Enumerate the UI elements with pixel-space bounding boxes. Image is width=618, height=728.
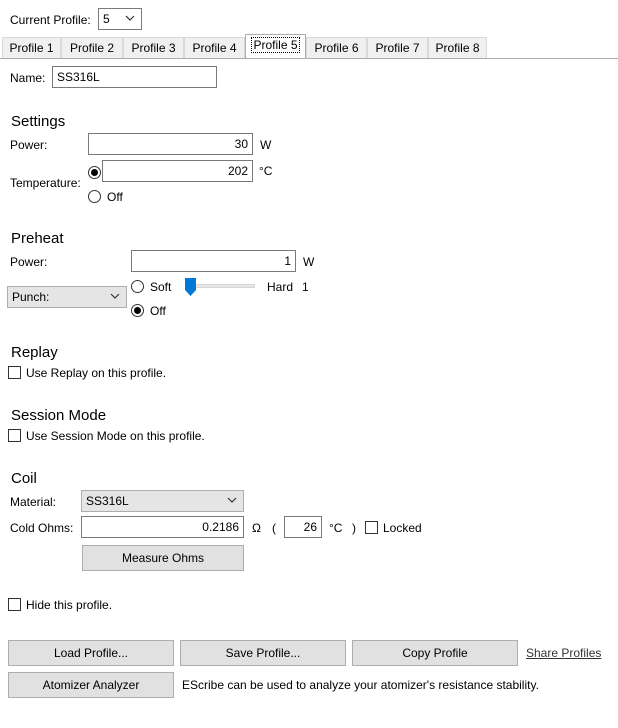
- analyzer-description: EScribe can be used to analyze your atom…: [182, 678, 539, 692]
- power-unit: W: [260, 138, 272, 152]
- measure-ohms-button[interactable]: Measure Ohms: [82, 545, 244, 571]
- cold-ohms-label: Cold Ohms:: [10, 521, 74, 535]
- tab-profile-8[interactable]: Profile 8: [428, 37, 487, 58]
- current-profile-select[interactable]: 5: [98, 8, 142, 30]
- tab-profile-6[interactable]: Profile 6: [306, 37, 367, 58]
- preheat-heading: Preheat: [11, 230, 64, 247]
- replay-heading: Replay: [11, 344, 58, 361]
- atomizer-analyzer-button[interactable]: Atomizer Analyzer: [8, 672, 174, 698]
- preheat-power-label: Power:: [10, 255, 48, 269]
- coil-temp-unit: °C: [329, 521, 343, 535]
- tab-profile-3[interactable]: Profile 3: [123, 37, 184, 58]
- preheat-power-field[interactable]: 1: [131, 250, 296, 272]
- name-field[interactable]: SS316L: [52, 66, 217, 88]
- tab-profile-7[interactable]: Profile 7: [367, 37, 428, 58]
- coil-temp-field[interactable]: 26: [284, 516, 322, 538]
- preheat-slider-value: 1: [302, 280, 309, 294]
- preheat-soft-label: Soft: [150, 280, 172, 294]
- preheat-slider-thumb[interactable]: [185, 278, 196, 296]
- tab-profile-2[interactable]: Profile 2: [61, 37, 123, 58]
- tab-label: Profile 6: [314, 41, 359, 55]
- hide-profile-label: Hide this profile.: [26, 598, 113, 612]
- cold-ohms-field[interactable]: 0.2186: [81, 516, 244, 538]
- preheat-power-unit: W: [303, 255, 315, 269]
- material-label: Material:: [10, 495, 57, 509]
- paren-open: (: [272, 521, 276, 535]
- session-mode-heading: Session Mode: [11, 407, 107, 424]
- tab-label: Profile 3: [131, 41, 176, 55]
- preheat-type-select[interactable]: Punch:: [7, 286, 127, 308]
- tab-label: Profile 1: [9, 41, 54, 55]
- session-mode-checkbox[interactable]: [8, 429, 21, 442]
- coil-heading: Coil: [11, 470, 37, 487]
- copy-profile-button[interactable]: Copy Profile: [352, 640, 518, 666]
- load-profile-button[interactable]: Load Profile...: [8, 640, 174, 666]
- tab-label: Profile 7: [375, 41, 420, 55]
- chevron-down-icon: [125, 15, 135, 21]
- preheat-soft-radio[interactable]: [131, 280, 144, 293]
- share-profiles-link[interactable]: Share Profiles: [526, 646, 601, 660]
- temperature-unit: °C: [259, 164, 273, 178]
- temperature-radio[interactable]: [88, 166, 101, 179]
- material-select[interactable]: SS316L: [81, 490, 244, 512]
- name-label: Name:: [10, 71, 46, 85]
- temperature-label: Temperature:: [10, 176, 81, 190]
- chevron-down-icon: [227, 497, 237, 503]
- preheat-type-value: Punch:: [12, 290, 50, 304]
- tab-divider: [0, 58, 618, 59]
- session-mode-checkbox-label: Use Session Mode on this profile.: [26, 429, 205, 443]
- material-value: SS316L: [86, 494, 129, 508]
- tab-profile-4[interactable]: Profile 4: [184, 37, 245, 58]
- preheat-off-radio[interactable]: [131, 304, 144, 317]
- temperature-field[interactable]: 202: [102, 160, 253, 182]
- hide-profile-checkbox[interactable]: [8, 598, 21, 611]
- replay-checkbox-label: Use Replay on this profile.: [26, 366, 167, 380]
- power-label: Power:: [10, 138, 48, 152]
- current-profile-value: 5: [103, 12, 110, 26]
- chevron-down-icon: [110, 293, 120, 299]
- settings-heading: Settings: [11, 113, 66, 130]
- tab-profile-1[interactable]: Profile 1: [2, 37, 61, 58]
- temperature-off-label: Off: [107, 190, 123, 204]
- save-profile-button[interactable]: Save Profile...: [180, 640, 346, 666]
- current-profile-label: Current Profile:: [10, 13, 91, 27]
- preheat-hard-label: Hard: [267, 280, 294, 294]
- power-field[interactable]: 30: [88, 133, 253, 155]
- locked-label: Locked: [383, 521, 422, 535]
- ohm-unit: Ω: [252, 521, 261, 535]
- replay-checkbox[interactable]: [8, 366, 21, 379]
- paren-close: ): [352, 521, 356, 535]
- tab-label: Profile 4: [192, 41, 237, 55]
- tab-label: Profile 2: [69, 41, 115, 55]
- tab-label: Profile 8: [435, 41, 480, 55]
- preheat-off-label: Off: [150, 304, 166, 318]
- tab-label: Profile 5: [251, 37, 300, 53]
- temperature-off-radio[interactable]: [88, 190, 101, 203]
- tab-profile-5[interactable]: Profile 5: [245, 34, 306, 59]
- locked-checkbox[interactable]: [365, 521, 378, 534]
